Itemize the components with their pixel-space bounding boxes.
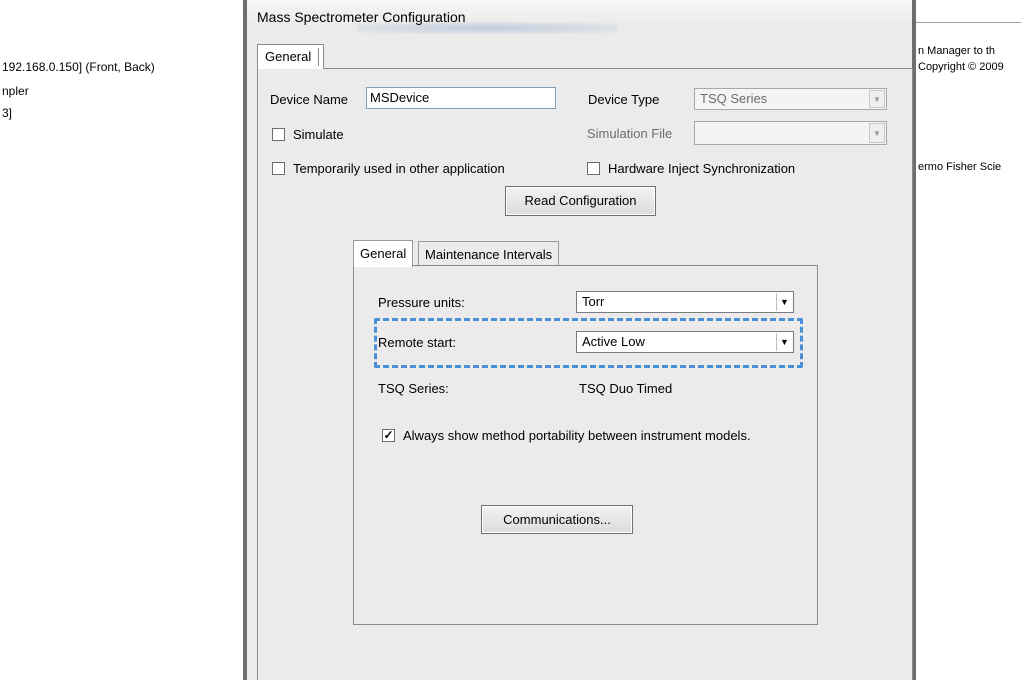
pressure-units-select[interactable]: Torr ▼	[576, 291, 794, 313]
background-text-line-2: npler	[2, 84, 29, 98]
device-type-label: Device Type	[588, 92, 660, 107]
remote-start-label: Remote start:	[378, 335, 457, 350]
chevron-down-icon: ▼	[776, 333, 792, 351]
background-text-line-3: 3]	[2, 106, 13, 120]
hardware-inject-label: Hardware Inject Synchronization	[608, 161, 796, 176]
always-show-label: Always show method portability between i…	[403, 428, 751, 443]
remote-start-value: Active Low	[582, 334, 645, 349]
always-show-checkbox[interactable]: ✓	[382, 429, 395, 442]
tsq-series-value: TSQ Duo Timed	[579, 381, 673, 396]
device-name-input[interactable]: MSDevice	[366, 87, 556, 109]
communications-button[interactable]: Communications...	[481, 505, 633, 534]
pressure-units-label: Pressure units:	[378, 295, 465, 310]
simulate-label: Simulate	[293, 127, 344, 142]
chevron-down-icon: ▼	[869, 123, 885, 143]
remote-start-select[interactable]: Active Low ▼	[576, 331, 794, 353]
tsq-series-label: TSQ Series:	[378, 381, 449, 396]
temporarily-used-checkbox[interactable]	[272, 162, 285, 175]
tab-inner-general[interactable]: General	[353, 240, 414, 267]
tab-general-outer-label: General	[265, 49, 312, 64]
background-right-window: n Manager to th Copyright © 2009 ermo Fi…	[915, 0, 1021, 680]
background-divider	[915, 22, 1021, 23]
chevron-down-icon: ▼	[776, 293, 792, 311]
chevron-down-icon: ▼	[869, 90, 885, 108]
window-title: Mass Spectrometer Configuration	[257, 9, 466, 25]
simulation-file-select: ▼	[694, 121, 887, 145]
background-right-text-2: Copyright © 2009	[918, 61, 1004, 73]
pressure-units-value: Torr	[582, 294, 605, 309]
background-right-text-3: ermo Fisher Scie	[918, 161, 1002, 173]
device-type-value: TSQ Series	[700, 91, 768, 106]
tab-maintenance-intervals[interactable]: Maintenance Intervals	[418, 241, 560, 266]
background-text-line-1: 192.168.0.150] (Front, Back)	[2, 60, 155, 74]
simulate-checkbox[interactable]	[272, 128, 285, 141]
hardware-inject-checkbox[interactable]	[587, 162, 600, 175]
temporarily-used-label: Temporarily used in other application	[293, 161, 505, 176]
read-configuration-button[interactable]: Read Configuration	[505, 186, 656, 216]
simulation-file-label: Simulation File	[587, 126, 673, 141]
title-bar[interactable]: Mass Spectrometer Configuration	[247, 0, 912, 34]
device-type-select: TSQ Series ▼	[694, 88, 887, 110]
background-right-text-1: n Manager to th	[918, 45, 996, 57]
tab-general-outer[interactable]: General	[257, 44, 324, 69]
device-name-label: Device Name	[270, 92, 349, 107]
